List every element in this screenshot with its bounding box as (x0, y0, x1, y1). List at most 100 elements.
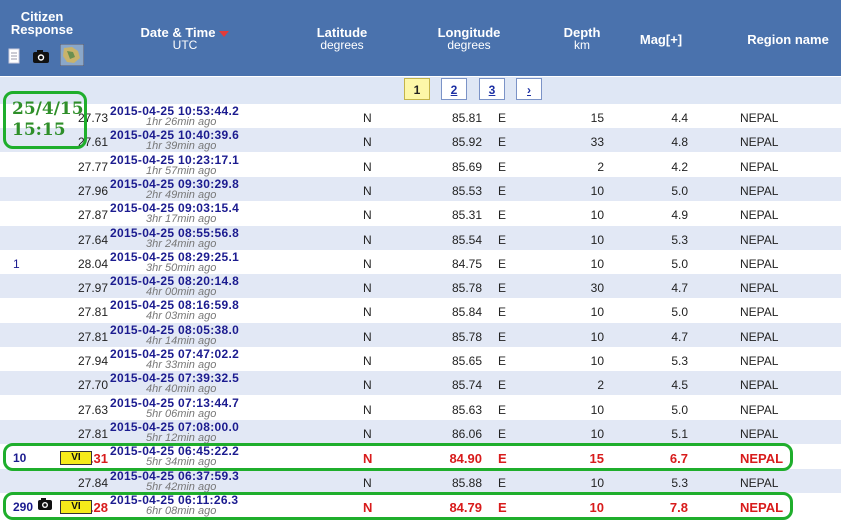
latitude-hemisphere: N (363, 475, 372, 490)
depth-value: 10 (590, 329, 604, 344)
longitude-hemisphere: E (498, 183, 507, 198)
latitude-value: 28.04 (77, 256, 108, 271)
longitude-unit: degrees (447, 38, 491, 52)
table-row[interactable]: 2015-04-25 07:08:00.0 5hr 12min ago 27.81 N… (0, 419, 841, 444)
table-row[interactable]: 2015-04-25 06:37:59.3 5hr 42min ago 27.84 N… (0, 468, 841, 493)
table-row[interactable]: 2015-04-25 09:03:15.4 3hr 17min ago 27.87 N… (0, 201, 841, 225)
table-row[interactable]: 2015-04-25 08:55:56.8 3hr 24min ago 27.64 N… (0, 225, 841, 250)
citizen-response-label: Citizen Response (10, 9, 74, 37)
longitude-hemisphere: E (498, 281, 507, 296)
longitude-value: 85.78 (451, 329, 482, 344)
longitude-value: 85.84 (451, 305, 482, 320)
region-name: NEPAL (740, 256, 779, 271)
longitude-value: 85.53 (451, 183, 482, 198)
latitude-hemisphere: N (363, 402, 372, 417)
region-name: NEPAL (740, 354, 779, 368)
magnitude-value: 5.3 (671, 475, 688, 490)
page-1-button[interactable]: 1 (404, 78, 430, 100)
longitude-hemisphere: E (498, 208, 507, 223)
depth-value: 10 (590, 208, 604, 223)
magnitude-value: 4.2 (671, 159, 688, 174)
table-row[interactable]: 2015-04-25 09:30:29.8 2hr 49min ago 27.96 N… (0, 176, 841, 201)
event-time-ago: 3hr 24min ago (146, 237, 217, 250)
magnitude-value: 4.7 (671, 281, 688, 296)
longitude-header: Longitude degrees (425, 26, 513, 52)
event-time-ago: 3hr 50min ago (146, 261, 217, 274)
table-row[interactable]: 2015-04-25 08:05:38.0 4hr 14min ago 27.81 N… (0, 322, 841, 347)
table-row[interactable]: 2015-04-25 10:40:39.6 1hr 39min ago 27.61 N… (0, 128, 841, 153)
region-name: NEPAL (740, 111, 779, 125)
latitude-hemisphere: N (363, 426, 372, 441)
longitude-value: 85.74 (451, 378, 482, 393)
longitude-hemisphere: E (498, 135, 507, 150)
longitude-hemisphere: E (498, 329, 507, 344)
mag-label[interactable]: Mag[+] (640, 32, 682, 47)
magnitude-value: 5.0 (671, 402, 688, 417)
depth-value: 10 (590, 475, 604, 490)
table-row[interactable]: 2015-04-25 07:13:44.7 5hr 06min ago 27.63 N… (0, 396, 841, 420)
latitude-value: 27.87 (77, 208, 108, 223)
next-page-button[interactable]: › (516, 78, 542, 100)
region-name: NEPAL (740, 232, 779, 247)
longitude-value: 85.81 (451, 111, 482, 125)
sort-desc-icon[interactable] (219, 30, 230, 37)
depth-value: 10 (590, 402, 604, 417)
table-header: Citizen Response Date & Time UTC Latitude… (0, 0, 841, 76)
latitude-hemisphere: N (363, 135, 372, 150)
latitude-hemisphere: N (363, 208, 372, 223)
date-time-unit: UTC (172, 38, 198, 52)
depth-value: 10 (590, 256, 604, 271)
magnitude-value: 4.5 (671, 378, 688, 393)
annotation-box-row-7-8 (3, 492, 793, 520)
longitude-hemisphere: E (498, 256, 507, 271)
depth-value: 2 (597, 159, 604, 174)
latitude-hemisphere: N (363, 111, 372, 125)
longitude-hemisphere: E (498, 159, 507, 174)
event-time-ago: 1hr 57min ago (146, 164, 217, 177)
mag-header[interactable]: Mag[+] (628, 33, 694, 46)
table-row[interactable]: 2015-04-25 07:39:32.5 4hr 40min ago 27.70 N… (0, 371, 841, 396)
table-row[interactable]: 2015-04-25 10:53:44.2 1hr 26min ago 27.73 N… (0, 104, 841, 128)
event-time-ago: 4hr 00min ago (146, 286, 217, 299)
date-time-header[interactable]: Date & Time UTC (130, 26, 240, 52)
table-row[interactable]: 2015-04-25 10:23:17.1 1hr 57min ago 27.77 N… (0, 153, 841, 177)
citizen-response-count[interactable]: 1 (13, 257, 20, 271)
camera-icon[interactable] (32, 48, 50, 69)
latitude-value: 27.70 (77, 378, 108, 393)
table-row[interactable]: 2015-04-25 08:16:59.8 4hr 03min ago 27.81 N… (0, 298, 841, 322)
longitude-hemisphere: E (498, 475, 507, 490)
page-3-button[interactable]: 3 (479, 78, 505, 100)
longitude-hemisphere: E (498, 402, 507, 417)
table-row[interactable]: 2015-04-25 07:47:02.2 4hr 33min ago 27.94 N… (0, 347, 841, 371)
depth-value: 30 (590, 281, 604, 296)
citizen-response-header: Citizen Response (10, 10, 74, 36)
region-name: NEPAL (740, 135, 779, 150)
longitude-hemisphere: E (498, 232, 507, 247)
event-time-ago: 5hr 42min ago (146, 480, 217, 493)
magnitude-value: 4.7 (671, 329, 688, 344)
map-icon[interactable] (59, 43, 85, 71)
longitude-hemisphere: E (498, 111, 507, 125)
latitude-value: 27.81 (77, 329, 108, 344)
document-icon[interactable] (8, 48, 20, 69)
latitude-hemisphere: N (363, 159, 372, 174)
magnitude-value: 4.9 (671, 208, 688, 223)
page-2-button[interactable]: 2 (441, 78, 467, 100)
table-row[interactable]: 2015-04-25 08:20:14.8 4hr 00min ago 27.97 N… (0, 274, 841, 299)
latitude-hemisphere: N (363, 281, 372, 296)
longitude-value: 85.63 (451, 402, 482, 417)
latitude-value: 27.96 (77, 183, 108, 198)
region-name: NEPAL (740, 475, 779, 490)
event-time-ago: 3hr 17min ago (146, 213, 217, 226)
event-time-ago: 5hr 06min ago (146, 407, 217, 420)
depth-value: 10 (590, 354, 604, 368)
magnitude-value: 5.0 (671, 305, 688, 320)
handwritten-note: 25/4/15 15:15 (12, 99, 84, 140)
region-name: NEPAL (740, 402, 779, 417)
table-row[interactable]: 1 2015-04-25 08:29:25.1 3hr 50min ago 28.04… (0, 250, 841, 274)
region-header: Region name (738, 33, 838, 46)
annotation-box-row-6-7 (3, 443, 793, 471)
magnitude-value: 4.4 (671, 111, 688, 125)
event-time-ago: 4hr 33min ago (146, 359, 217, 371)
longitude-value: 85.31 (451, 208, 482, 223)
